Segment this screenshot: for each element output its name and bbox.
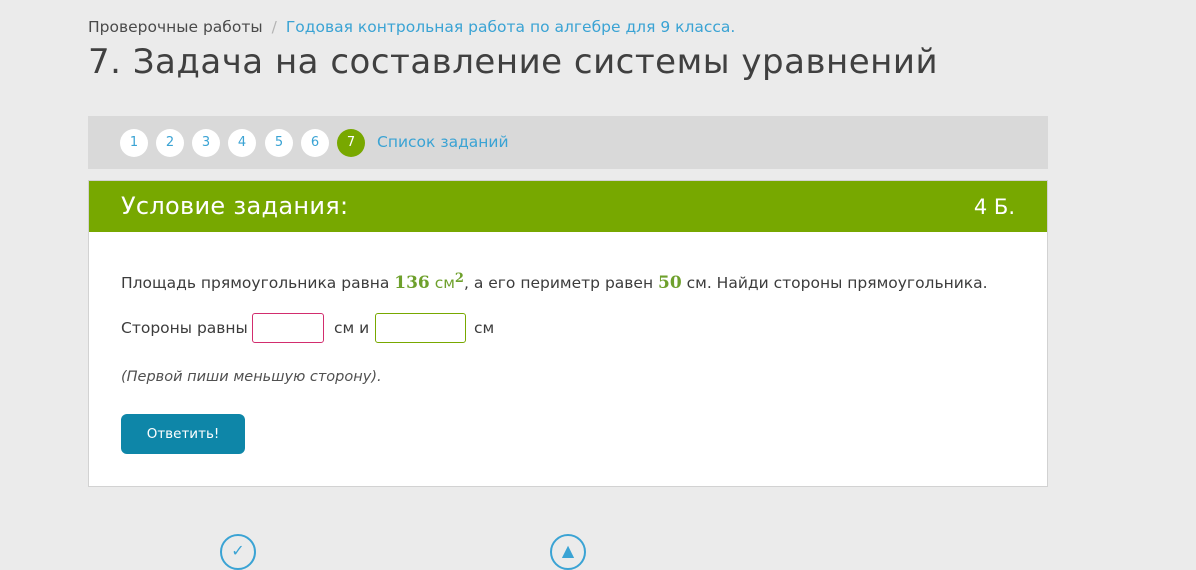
task-nav-item-7-active[interactable]: 7	[337, 129, 365, 157]
task-nav-item-5[interactable]: 5	[265, 129, 293, 157]
side-1-input[interactable]	[252, 313, 324, 343]
breadcrumb-separator: /	[271, 18, 277, 36]
breadcrumb-root-link[interactable]: Проверочные работы	[88, 18, 263, 36]
area-unit-text: см	[434, 274, 455, 293]
task-text-part-2: , а его периметр равен	[463, 274, 659, 293]
between-label: см и	[334, 319, 370, 337]
page-title: 7. Задача на составление системы уравнен…	[88, 42, 939, 82]
up-icon: ▲	[561, 541, 575, 560]
submit-answer-button[interactable]: Ответить!	[121, 414, 245, 454]
task-statement: Площадь прямоугольника равна 136 см2, а …	[121, 267, 988, 295]
answer-hint: (Первой пиши меньшую сторону).	[121, 369, 382, 385]
task-card: Условие задания: 4 Б. Площадь прямоуголь…	[88, 180, 1048, 487]
area-value: 136	[394, 273, 430, 294]
breadcrumb: Проверочные работы / Годовая контрольная р…	[88, 16, 735, 38]
task-condition-title: Условие задания:	[121, 192, 349, 220]
area-unit-power: 2	[454, 271, 464, 286]
task-card-header: Условие задания: 4 Б.	[89, 181, 1047, 232]
back-icon: ✓	[231, 541, 245, 560]
task-nav-item-1[interactable]: 1	[120, 129, 148, 157]
area-unit: см2	[430, 271, 464, 293]
scroll-up-button[interactable]: ▲	[550, 534, 586, 570]
task-nav-item-3[interactable]: 3	[192, 129, 220, 157]
task-navigation: 1 2 3 4 5 6 7 Список заданий	[88, 116, 1048, 169]
unit-label: см	[474, 319, 495, 337]
task-nav-item-4[interactable]: 4	[228, 129, 256, 157]
task-nav-item-2[interactable]: 2	[156, 129, 184, 157]
task-text-part-1: Площадь прямоугольника равна	[121, 274, 395, 293]
perimeter-value: 50	[658, 273, 682, 294]
side-2-input[interactable]	[375, 313, 466, 343]
task-list-link[interactable]: Список заданий	[377, 131, 509, 153]
task-nav-item-6[interactable]: 6	[301, 129, 329, 157]
breadcrumb-current-link[interactable]: Годовая контрольная работа по алгебре дл…	[286, 18, 736, 36]
answer-label: Стороны равны	[121, 319, 248, 337]
back-button[interactable]: ✓	[220, 534, 256, 570]
task-points: 4 Б.	[973, 195, 1015, 219]
task-text-part-3: см. Найди стороны прямоугольника.	[681, 274, 988, 293]
